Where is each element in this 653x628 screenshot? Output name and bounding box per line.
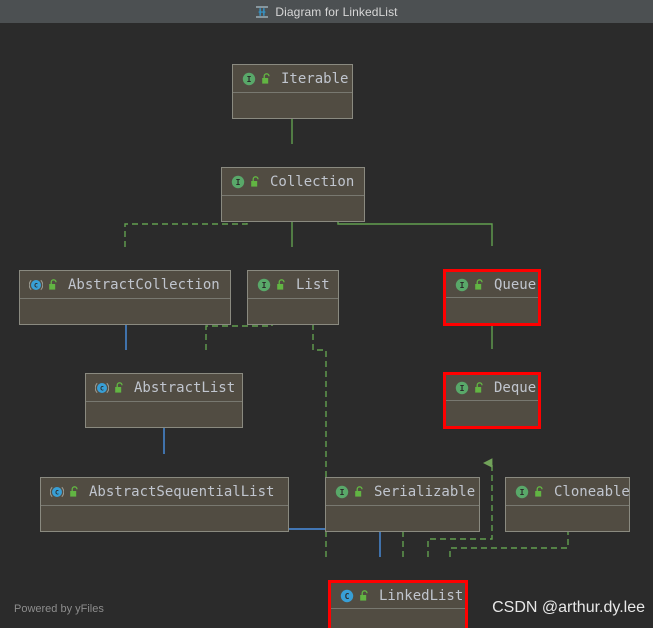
class-node-queue[interactable]: I Queue — [443, 269, 541, 326]
abstract-class-icon: C — [29, 278, 43, 292]
class-node-label: AbstractList — [134, 380, 235, 396]
class-node-deque[interactable]: I Deque — [443, 372, 541, 429]
public-lock-icon — [474, 382, 485, 394]
diagram-window: Diagram for LinkedList — [0, 0, 653, 628]
class-node-label: AbstractSequentialList — [89, 484, 274, 500]
interface-icon: I — [242, 72, 256, 86]
class-node-header: I Collection — [222, 168, 364, 196]
diagram-canvas[interactable]: I Iterable I Collection C AbstractCollection I… — [0, 23, 653, 628]
svg-text:C: C — [55, 488, 59, 496]
class-node-members — [248, 299, 338, 352]
public-lock-icon — [261, 73, 272, 85]
class-node-members — [506, 506, 629, 559]
class-node-members — [446, 401, 538, 452]
class-node-header: I Deque — [446, 375, 538, 401]
svg-text:C: C — [345, 592, 350, 601]
class-node-header: C AbstractCollection — [20, 271, 230, 299]
svg-text:C: C — [34, 281, 38, 289]
class-node-label: Iterable — [281, 71, 348, 87]
class-node-label: AbstractCollection — [68, 277, 220, 293]
class-node-header: I Serializable — [326, 478, 479, 506]
class-node-members — [20, 299, 230, 352]
class-node-abstractsequentiallist[interactable]: C AbstractSequentialList — [40, 477, 289, 532]
class-node-header: C LinkedList — [331, 583, 465, 609]
svg-text:I: I — [247, 75, 252, 84]
public-lock-icon — [276, 279, 287, 291]
public-lock-icon — [114, 382, 125, 394]
interface-icon: I — [455, 278, 469, 292]
interface-icon: I — [257, 278, 271, 292]
svg-text:I: I — [520, 488, 525, 497]
abstract-class-icon: C — [50, 485, 64, 499]
abstract-class-icon: C — [95, 381, 109, 395]
diagram-hierarchy-icon — [255, 5, 269, 19]
class-node-collection[interactable]: I Collection — [221, 167, 365, 222]
class-node-header: C AbstractList — [86, 374, 242, 402]
class-node-cloneable[interactable]: I Cloneable — [505, 477, 630, 532]
public-lock-icon — [474, 279, 485, 291]
class-node-list[interactable]: I List — [247, 270, 339, 325]
public-lock-icon — [48, 279, 59, 291]
class-node-label: Queue — [494, 277, 536, 293]
class-node-label: List — [296, 277, 330, 293]
class-node-members — [86, 402, 242, 455]
class-node-header: I Queue — [446, 272, 538, 298]
svg-text:I: I — [236, 178, 241, 187]
class-node-members — [233, 93, 352, 146]
class-node-header: I List — [248, 271, 338, 299]
powered-by-label: Powered by yFiles — [14, 603, 104, 615]
svg-text:C: C — [100, 384, 104, 392]
class-node-iterable[interactable]: I Iterable — [232, 64, 353, 119]
class-node-serializable[interactable]: I Serializable — [325, 477, 480, 532]
class-node-members — [326, 506, 479, 559]
class-node-label: Deque — [494, 380, 536, 396]
svg-text:I: I — [340, 488, 345, 497]
interface-icon: I — [455, 381, 469, 395]
public-lock-icon — [354, 486, 365, 498]
public-lock-icon — [69, 486, 80, 498]
watermark-label: CSDN @arthur.dy.lee — [492, 599, 645, 617]
class-node-abstractcollection[interactable]: C AbstractCollection — [19, 270, 231, 325]
class-node-members — [222, 196, 364, 249]
class-icon: C — [340, 589, 354, 603]
public-lock-icon — [359, 590, 370, 602]
class-node-linkedlist[interactable]: C LinkedList — [328, 580, 468, 628]
class-node-label: Cloneable — [554, 484, 630, 500]
class-node-label: Serializable — [374, 484, 475, 500]
svg-text:I: I — [262, 281, 267, 290]
class-node-label: Collection — [270, 174, 354, 190]
class-node-members — [331, 609, 465, 628]
class-node-header: C AbstractSequentialList — [41, 478, 288, 506]
class-node-abstractlist[interactable]: C AbstractList — [85, 373, 243, 428]
class-node-members — [446, 298, 538, 349]
class-node-label: LinkedList — [379, 588, 463, 604]
window-title-bar: Diagram for LinkedList — [0, 0, 653, 23]
class-node-header: I Cloneable — [506, 478, 629, 506]
public-lock-icon — [534, 486, 545, 498]
svg-text:I: I — [460, 281, 465, 290]
class-node-members — [41, 506, 288, 559]
interface-icon: I — [231, 175, 245, 189]
interface-icon: I — [335, 485, 349, 499]
public-lock-icon — [250, 176, 261, 188]
interface-icon: I — [515, 485, 529, 499]
class-node-header: I Iterable — [233, 65, 352, 93]
window-title: Diagram for LinkedList — [275, 5, 397, 19]
svg-text:I: I — [460, 384, 465, 393]
